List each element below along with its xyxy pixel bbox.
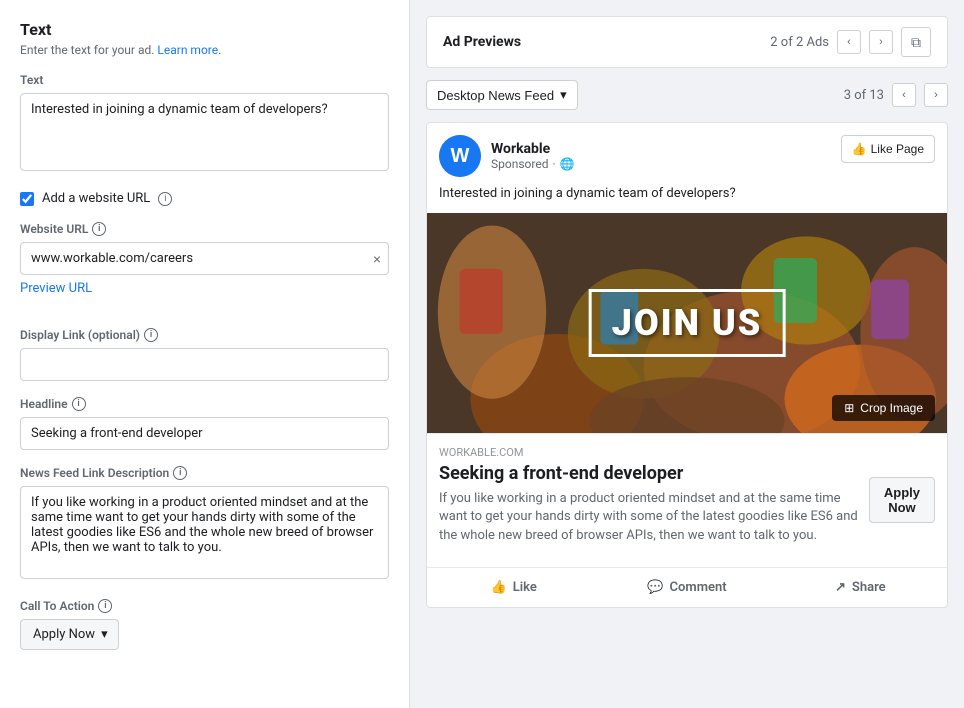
ad-actions: 👍 Like 💬 Comment ↗ Share (427, 567, 947, 607)
share-icon: ↗ (835, 580, 846, 595)
ad-card-body: WORKABLE.COM Seeking a front-end develop… (427, 433, 947, 567)
placement-label: Desktop News Feed (437, 88, 554, 103)
display-link-info-icon: i (144, 328, 158, 342)
cta-label: Call To Action i (20, 599, 389, 613)
apply-now-button[interactable]: Apply Now (869, 477, 935, 523)
like-page-thumb-icon: 👍 (852, 142, 867, 156)
add-website-url-info-icon: i (158, 192, 172, 206)
section-title: Text (20, 20, 389, 39)
join-us-text: JOIN US (612, 302, 763, 344)
page-nav-text: 3 of 13 (844, 88, 884, 103)
cta-value-label: Apply Now (33, 627, 95, 642)
ad-page-info: W Workable Sponsored · 🌐 (439, 135, 575, 177)
page-nav-area: 3 of 13 ‹ › (844, 83, 948, 107)
like-page-button[interactable]: 👍 Like Page (841, 135, 935, 163)
avatar: W (439, 135, 481, 177)
dot-separator: · (552, 157, 555, 171)
ad-body-text: Interested in joining a dynamic team of … (427, 185, 947, 213)
chevron-left-icon: ‹ (847, 36, 851, 48)
website-url-input[interactable] (20, 242, 389, 275)
add-website-url-checkbox[interactable] (20, 192, 34, 206)
ad-headline: Seeking a front-end developer (439, 463, 869, 484)
sponsored-label: Sponsored (491, 157, 548, 171)
ad-url-domain: WORKABLE.COM (439, 446, 869, 459)
add-website-url-row: Add a website URL i (20, 191, 389, 206)
left-panel: Text Enter the text for your ad. Learn m… (0, 0, 410, 708)
website-url-input-wrapper: × (20, 242, 389, 275)
cta-info-icon: i (98, 599, 112, 613)
headline-input[interactable] (20, 417, 389, 450)
right-panel: Ad Previews 2 of 2 Ads ‹ › ⧉ Desktop New… (410, 0, 964, 708)
page-chevron-left-icon: ‹ (902, 89, 906, 101)
page-prev-button[interactable]: ‹ (892, 83, 916, 107)
ad-next-button[interactable]: › (869, 30, 893, 54)
like-page-label: Like Page (871, 142, 924, 156)
ad-prev-button[interactable]: ‹ (837, 30, 861, 54)
crop-image-button[interactable]: ⊞ Crop Image (832, 395, 935, 421)
display-link-label: Display Link (optional) i (20, 328, 389, 342)
share-label: Share (852, 580, 886, 595)
ad-card: W Workable Sponsored · 🌐 👍 Like Page Int (426, 122, 948, 608)
learn-more-link[interactable]: Learn more. (157, 43, 221, 57)
like-action-button[interactable]: 👍 Like (427, 572, 600, 603)
page-meta-block: Workable Sponsored · 🌐 (491, 141, 575, 171)
page-meta: Sponsored · 🌐 (491, 157, 575, 171)
ad-description: If you like working in a product oriente… (439, 490, 869, 545)
svg-text:W: W (451, 145, 470, 167)
page-chevron-right-icon: › (934, 89, 938, 101)
news-feed-label: News Feed Link Description i (20, 466, 389, 480)
preview-toolbar: Desktop News Feed ▾ 3 of 13 ‹ › (426, 80, 948, 110)
cta-dropdown-button[interactable]: Apply Now ▾ (20, 619, 119, 650)
headline-info-icon: i (72, 397, 86, 411)
crop-icon: ⊞ (844, 401, 854, 415)
like-icon: 👍 (491, 580, 507, 595)
crop-image-label: Crop Image (860, 401, 923, 415)
section-subtitle: Enter the text for your ad. Learn more. (20, 43, 389, 57)
page-next-button[interactable]: › (924, 83, 948, 107)
ad-previews-header: Ad Previews 2 of 2 Ads ‹ › ⧉ (426, 16, 948, 68)
placement-dropdown[interactable]: Desktop News Feed ▾ (426, 80, 578, 110)
share-action-button[interactable]: ↗ Share (774, 572, 947, 603)
preview-url-link[interactable]: Preview URL (20, 281, 92, 296)
website-url-label: Website URL i (20, 222, 389, 236)
ad-image-container: JOIN US ⊞ Crop Image (427, 213, 947, 433)
comment-action-button[interactable]: 💬 Comment (600, 572, 773, 603)
display-link-input[interactable] (20, 348, 389, 381)
external-link-icon: ⧉ (911, 34, 921, 51)
text-textarea[interactable]: Interested in joining a dynamic team of … (20, 93, 389, 171)
add-website-url-label: Add a website URL (42, 191, 150, 206)
headline-label: Headline i (20, 397, 389, 411)
globe-icon: 🌐 (560, 157, 575, 171)
placement-chevron-icon: ▾ (560, 87, 567, 103)
chevron-right-icon: › (879, 36, 883, 48)
text-field-label: Text (20, 73, 389, 87)
comment-icon: 💬 (647, 580, 663, 595)
ad-card-header: W Workable Sponsored · 🌐 👍 Like Page (427, 123, 947, 185)
ad-count-text: 2 of 2 Ads (770, 35, 829, 50)
cta-chevron-icon: ▾ (101, 627, 108, 642)
news-feed-info-icon: i (173, 466, 187, 480)
comment-label: Comment (670, 580, 727, 595)
page-name: Workable (491, 141, 575, 157)
ad-cta-row: WORKABLE.COM Seeking a front-end develop… (439, 446, 935, 555)
website-url-info-icon: i (92, 222, 106, 236)
join-us-overlay: JOIN US (589, 289, 786, 357)
news-feed-textarea[interactable]: If you like working in a product oriente… (20, 486, 389, 579)
ad-previews-title: Ad Previews (443, 34, 521, 50)
external-link-button[interactable]: ⧉ (901, 27, 931, 57)
like-label: Like (513, 580, 537, 595)
ad-count-area: 2 of 2 Ads ‹ › ⧉ (770, 27, 931, 57)
url-clear-button[interactable]: × (373, 251, 381, 267)
ad-text-block: WORKABLE.COM Seeking a front-end develop… (439, 446, 869, 555)
